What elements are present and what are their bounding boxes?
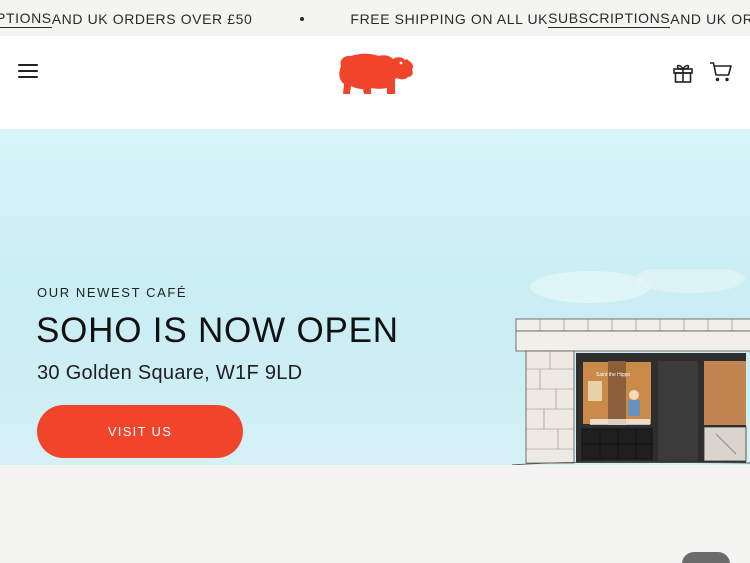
visit-us-button[interactable]: VISIT US [37, 405, 243, 458]
hero-headline: SOHO IS NOW OPEN [36, 311, 399, 350]
cart-icon[interactable] [709, 61, 733, 83]
announcement-separator [300, 17, 305, 21]
announcement-text: FREE SHIPPING ON ALL UK [350, 11, 549, 27]
announcement-message: PTIONS AND UK ORDERS OVER £50 [0, 10, 252, 28]
storefront-sign: Saint the Hippo [596, 372, 630, 378]
announcement-bar: PTIONS AND UK ORDERS OVER £50 FREE SHIPP… [0, 0, 750, 36]
announcement-track: PTIONS AND UK ORDERS OVER £50 FREE SHIPP… [0, 10, 750, 28]
announcement-subscriptions-link[interactable]: PTIONS [0, 10, 52, 28]
hamburger-icon [18, 76, 38, 78]
hamburger-icon [18, 64, 38, 66]
storefront-illustration: Saint the Hippo [511, 269, 750, 465]
hero-address: 30 Golden Square, W1F 9LD [37, 362, 303, 384]
hamburger-icon [18, 70, 38, 72]
page-content-area [0, 465, 750, 563]
announcement-subscriptions-link[interactable]: SUBSCRIPTIONS [548, 10, 671, 28]
menu-button[interactable] [18, 64, 40, 80]
gift-icon[interactable] [672, 62, 694, 84]
hero-banner: OUR NEWEST CAFÉ SOHO IS NOW OPEN 30 Gold… [0, 129, 750, 465]
hero-eyebrow: OUR NEWEST CAFÉ [37, 285, 188, 300]
hippo-logo[interactable] [335, 48, 415, 100]
announcement-message: FREE SHIPPING ON ALL UK SUBSCRIPTIONS AN… [350, 10, 750, 28]
site-header [0, 36, 750, 129]
floating-action-button[interactable] [682, 552, 730, 563]
announcement-text: AND UK ORDERS OVER £50 [51, 11, 253, 27]
announcement-text: AND UK ORDERS [670, 11, 750, 27]
